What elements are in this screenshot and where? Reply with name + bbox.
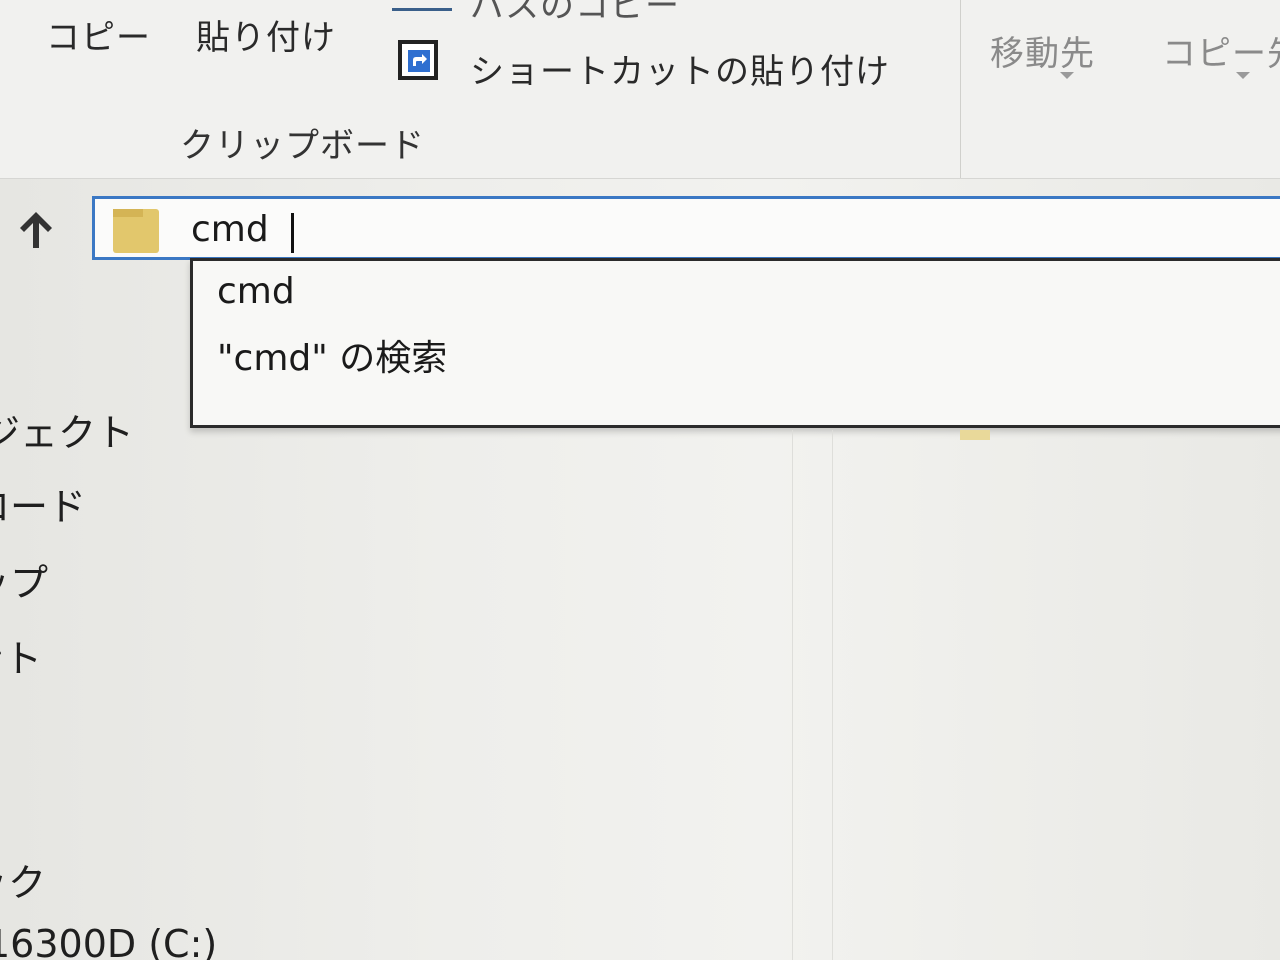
copy-path-icon <box>392 0 452 11</box>
copy-path-button[interactable]: パスのコピー <box>470 0 680 27</box>
text-caret <box>291 213 294 253</box>
nav-item-drive-c[interactable]: 16300D (C:) <box>0 922 217 960</box>
column-divider <box>832 430 833 960</box>
nav-item-documents[interactable]: ント <box>0 628 42 683</box>
copy-to-button[interactable]: コピー先 <box>1162 26 1280 75</box>
paste-shortcut-button[interactable]: ショートカットの貼り付け <box>470 44 890 93</box>
paste-button[interactable]: 貼り付け <box>196 10 336 59</box>
shortcut-icon <box>398 40 438 80</box>
address-input[interactable]: cmd <box>191 209 269 250</box>
column-divider <box>792 430 793 960</box>
up-arrow-icon <box>20 212 52 248</box>
nav-item-3d-objects[interactable]: ジェクト <box>0 402 134 457</box>
folder-icon <box>960 430 990 440</box>
up-button[interactable] <box>14 208 58 252</box>
autocomplete-item-search[interactable]: "cmd" の検索 <box>217 329 447 381</box>
autocomplete-item-cmd[interactable]: cmd <box>217 271 295 312</box>
navigation-pane: ジェクト ロード ップ ント ック 16300D (C:) <box>0 380 217 960</box>
ribbon: コピー 貼り付け パスのコピー ショートカットの貼り付け クリップボード 移動先… <box>0 0 1280 179</box>
clipboard-group-label: クリップボード <box>180 126 425 166</box>
chevron-down-icon <box>1236 72 1250 79</box>
chevron-down-icon <box>1060 72 1074 79</box>
file-explorer-window: コピー 貼り付け パスのコピー ショートカットの貼り付け クリップボード 移動先… <box>0 0 1280 960</box>
ribbon-divider <box>960 0 961 178</box>
nav-item-downloads[interactable]: ロード <box>0 476 86 531</box>
folder-icon <box>113 209 159 253</box>
nav-item-network[interactable]: ック <box>0 852 46 907</box>
autocomplete-dropdown: cmd "cmd" の検索 <box>190 258 1280 428</box>
move-to-button[interactable]: 移動先 <box>990 26 1095 75</box>
address-bar[interactable]: cmd <box>92 196 1280 260</box>
nav-item-desktop[interactable]: ップ <box>0 552 48 607</box>
copy-button[interactable]: コピー <box>46 10 151 59</box>
